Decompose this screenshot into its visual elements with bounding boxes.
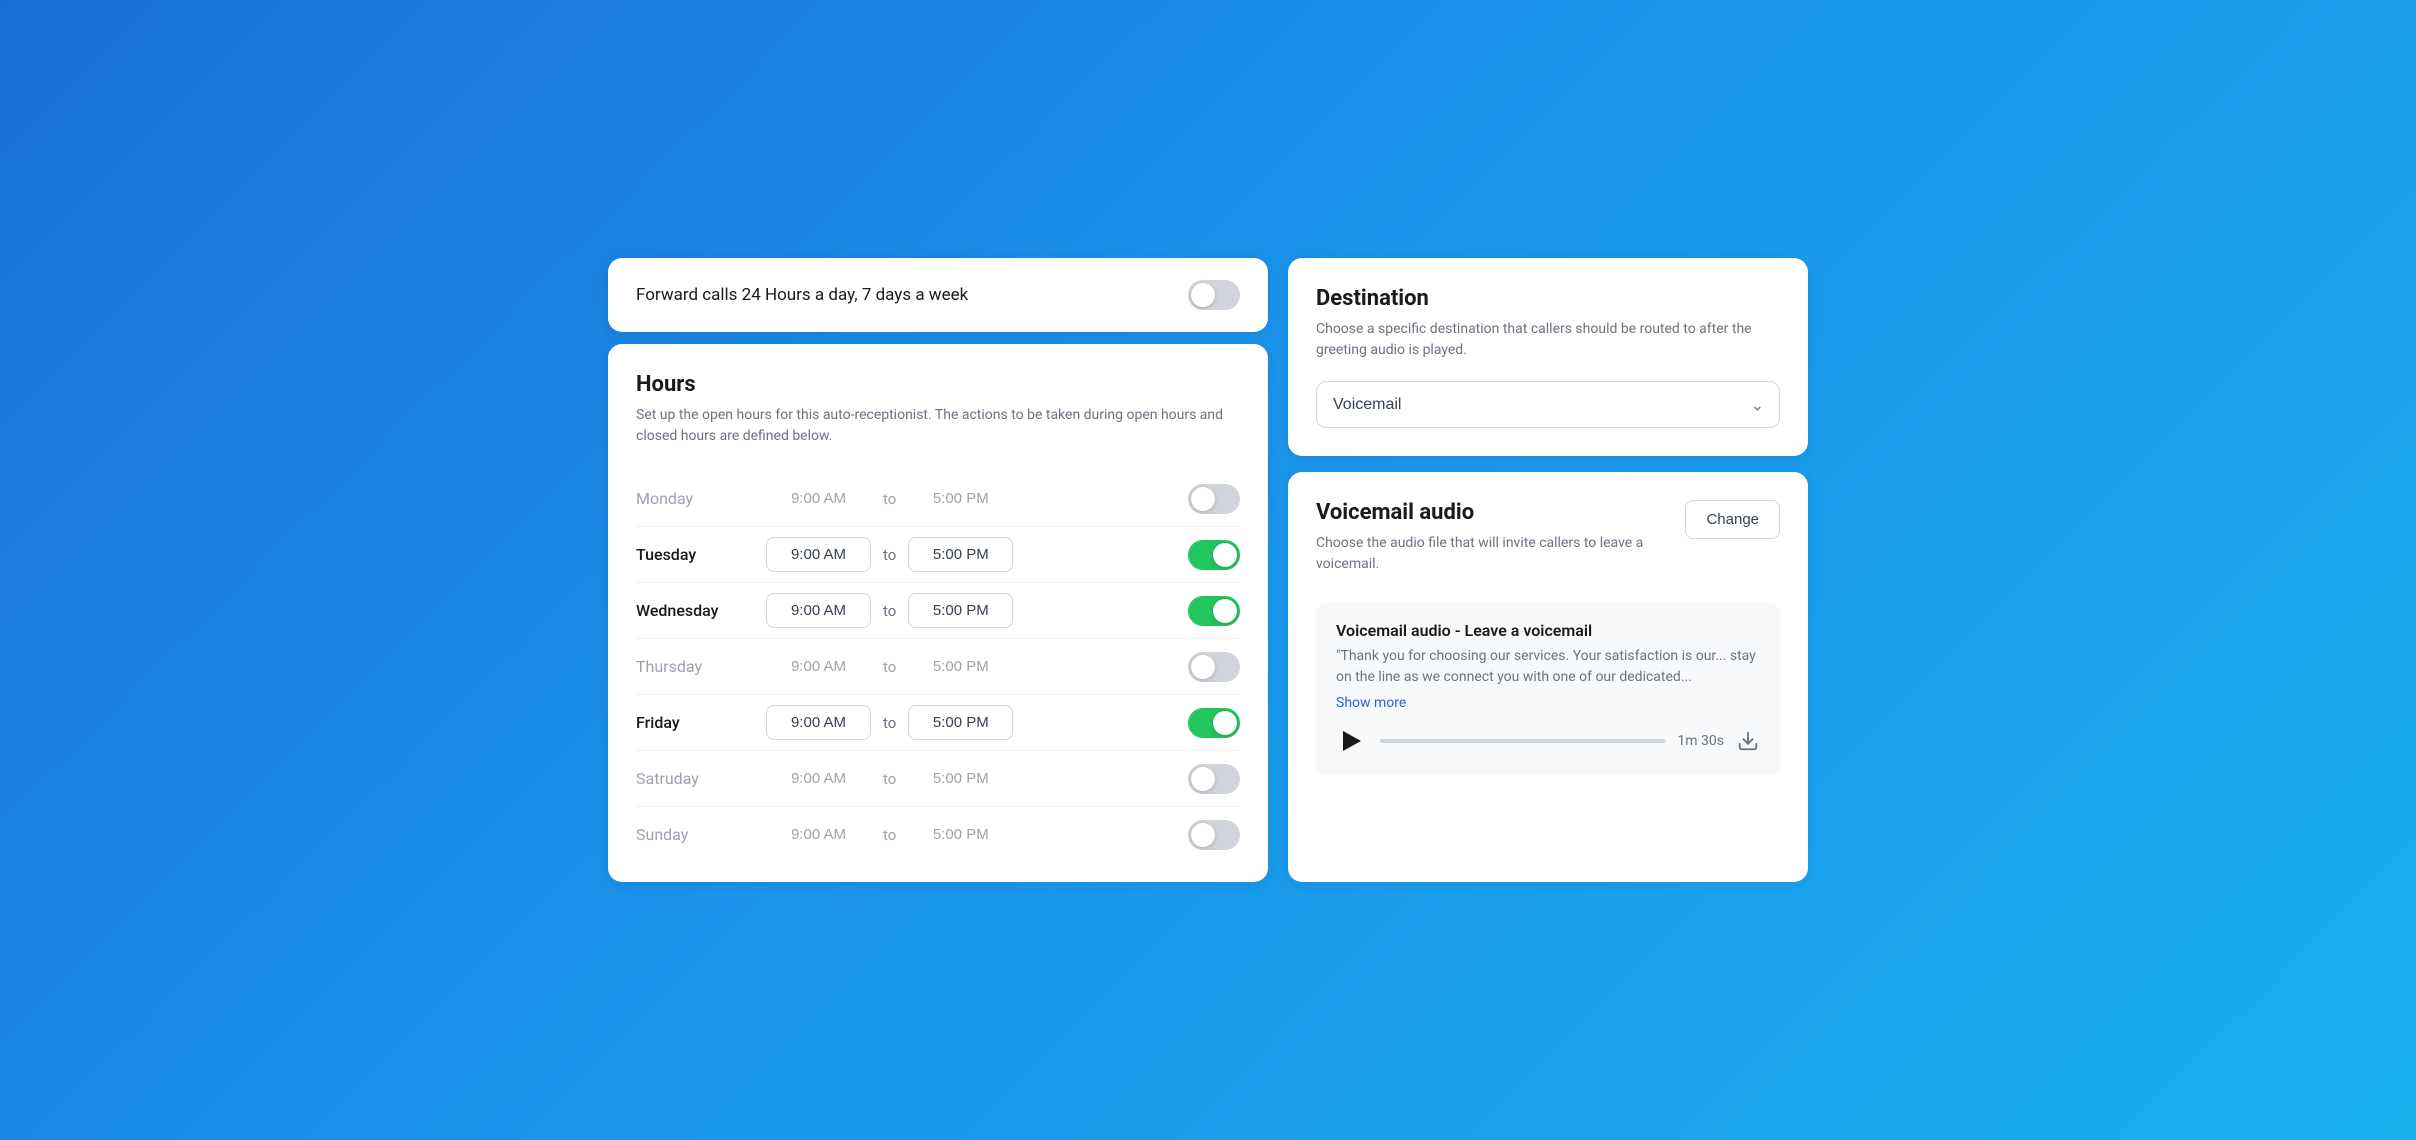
start-time-wednesday[interactable]	[766, 593, 871, 628]
forward-calls-label: Forward calls 24 Hours a day, 7 days a w…	[636, 285, 968, 305]
play-button[interactable]	[1336, 725, 1368, 757]
to-label-satruday: to	[883, 770, 896, 788]
start-time-tuesday[interactable]	[766, 537, 871, 572]
toggle-slider-friday	[1188, 708, 1240, 738]
day-row: Sunday to	[636, 807, 1240, 862]
end-time-thursday	[908, 649, 1013, 684]
left-panel: Forward calls 24 Hours a day, 7 days a w…	[608, 258, 1268, 882]
day-row: Thursday to	[636, 639, 1240, 695]
day-name-thursday: Thursday	[636, 657, 766, 676]
day-row: Monday to	[636, 471, 1240, 527]
audio-duration: 1m 30s	[1677, 733, 1724, 749]
download-icon[interactable]	[1736, 729, 1760, 753]
audio-file-name: Voicemail audio - Leave a voicemail	[1336, 621, 1760, 640]
to-label-sunday: to	[883, 826, 896, 844]
toggle-slider-satruday	[1188, 764, 1240, 794]
day-name-wednesday: Wednesday	[636, 601, 766, 620]
to-label-monday: to	[883, 490, 896, 508]
end-time-friday[interactable]	[908, 705, 1013, 740]
toggle-slider-thursday	[1188, 652, 1240, 682]
to-label-thursday: to	[883, 658, 896, 676]
day-name-satruday: Satruday	[636, 769, 766, 788]
day-toggle-satruday[interactable]	[1188, 764, 1240, 794]
end-time-wednesday[interactable]	[908, 593, 1013, 628]
day-name-sunday: Sunday	[636, 825, 766, 844]
destination-select[interactable]: VoicemailExtensionPhone NumberMenu	[1316, 381, 1780, 428]
day-toggle-monday[interactable]	[1188, 484, 1240, 514]
audio-file-quote: "Thank you for choosing our services. Yo…	[1336, 646, 1760, 688]
voicemail-audio-description: Choose the audio file that will invite c…	[1316, 533, 1685, 575]
audio-file-card: Voicemail audio - Leave a voicemail "Tha…	[1316, 603, 1780, 775]
start-time-sunday	[766, 817, 871, 852]
end-time-monday	[908, 481, 1013, 516]
end-time-satruday	[908, 761, 1013, 796]
toggle-slider-sunday	[1188, 820, 1240, 850]
day-toggle-tuesday[interactable]	[1188, 540, 1240, 570]
day-toggle-sunday[interactable]	[1188, 820, 1240, 850]
day-toggle-friday[interactable]	[1188, 708, 1240, 738]
destination-description: Choose a specific destination that calle…	[1316, 319, 1780, 361]
toggle-slider-monday	[1188, 484, 1240, 514]
day-toggle-wednesday[interactable]	[1188, 596, 1240, 626]
forward-calls-toggle[interactable]	[1188, 280, 1240, 310]
day-name-friday: Friday	[636, 713, 766, 732]
toggle-slider	[1188, 280, 1240, 310]
show-more-link[interactable]: Show more	[1336, 695, 1406, 711]
hours-card: Hours Set up the open hours for this aut…	[608, 344, 1268, 882]
right-panel: Destination Choose a specific destinatio…	[1288, 258, 1808, 882]
toggle-slider-tuesday	[1188, 540, 1240, 570]
day-row: Wednesday to	[636, 583, 1240, 639]
day-toggle-thursday[interactable]	[1188, 652, 1240, 682]
hours-description: Set up the open hours for this auto-rece…	[636, 405, 1240, 447]
destination-select-wrapper: VoicemailExtensionPhone NumberMenu ⌄	[1316, 381, 1780, 428]
change-audio-button[interactable]: Change	[1685, 500, 1780, 539]
day-name-tuesday: Tuesday	[636, 545, 766, 564]
forward-calls-card: Forward calls 24 Hours a day, 7 days a w…	[608, 258, 1268, 332]
day-row: Satruday to	[636, 751, 1240, 807]
audio-player: 1m 30s	[1336, 725, 1760, 757]
voicemail-audio-title: Voicemail audio	[1316, 500, 1685, 525]
start-time-monday	[766, 481, 871, 516]
end-time-tuesday[interactable]	[908, 537, 1013, 572]
audio-progress-bar[interactable]	[1380, 739, 1665, 743]
voicemail-audio-card: Voicemail audio Choose the audio file th…	[1288, 472, 1808, 882]
play-icon	[1343, 731, 1361, 751]
start-time-friday[interactable]	[766, 705, 871, 740]
to-label-friday: to	[883, 714, 896, 732]
start-time-thursday	[766, 649, 871, 684]
days-container: MondaytoTuesdaytoWednesdaytoThursdaytoFr…	[636, 471, 1240, 862]
voicemail-audio-header: Voicemail audio Choose the audio file th…	[1316, 500, 1780, 595]
day-row: Friday to	[636, 695, 1240, 751]
end-time-sunday	[908, 817, 1013, 852]
day-name-monday: Monday	[636, 489, 766, 508]
destination-title: Destination	[1316, 286, 1780, 311]
start-time-satruday	[766, 761, 871, 796]
hours-title: Hours	[636, 372, 1240, 397]
destination-card: Destination Choose a specific destinatio…	[1288, 258, 1808, 456]
day-row: Tuesday to	[636, 527, 1240, 583]
to-label-wednesday: to	[883, 602, 896, 620]
toggle-slider-wednesday	[1188, 596, 1240, 626]
to-label-tuesday: to	[883, 546, 896, 564]
